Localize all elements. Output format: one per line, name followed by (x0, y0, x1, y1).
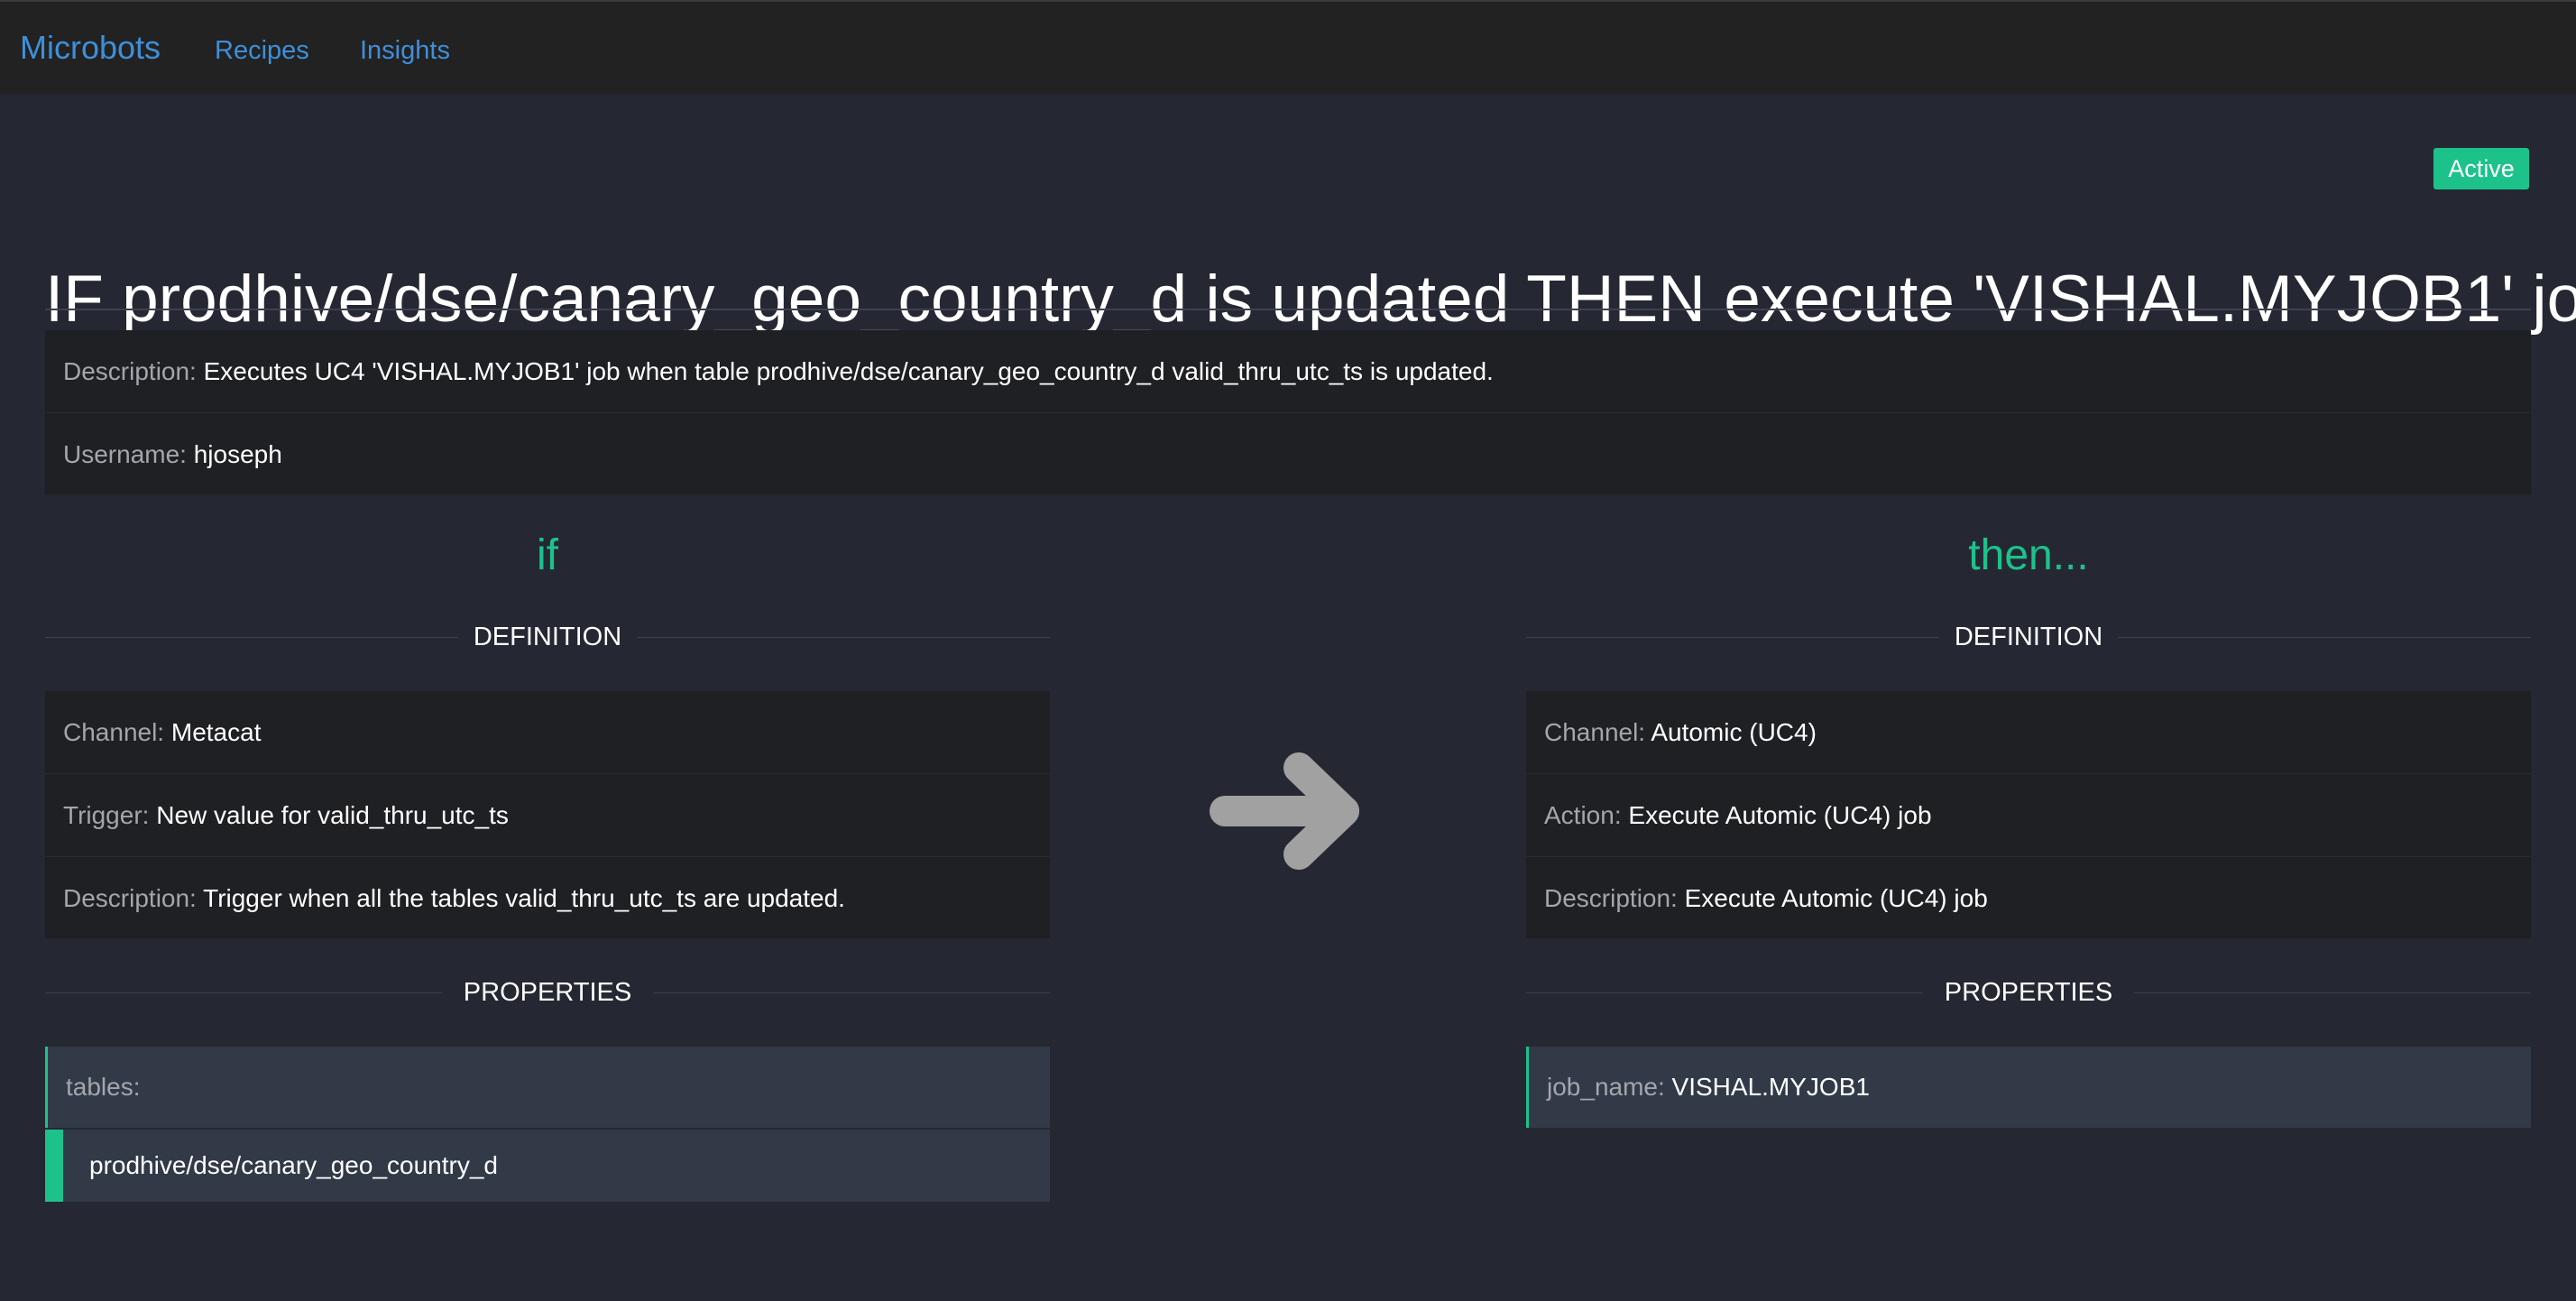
if-channel-label: Channel: (63, 718, 165, 746)
if-properties-title: PROPERTIES (463, 978, 632, 1007)
then-definition-panel: Channel: Automic (UC4) Action: Execute A… (1526, 691, 2531, 938)
if-channel-row: Channel: Metacat (45, 691, 1050, 774)
then-description-label: Description: (1544, 884, 1678, 912)
summary-username-label: Username: (63, 440, 187, 468)
then-definition-divider: DEFINITION (1526, 619, 2531, 655)
if-description-row: Description: Trigger when all the tables… (45, 856, 1050, 939)
if-property-tables-label: tables: (66, 1073, 141, 1101)
if-trigger-value: New value for valid_thru_utc_ts (156, 801, 509, 829)
if-definition-panel: Channel: Metacat Trigger: New value for … (45, 691, 1050, 938)
brand-link[interactable]: Microbots (20, 27, 161, 69)
nav-link-insights[interactable]: Insights (360, 34, 450, 67)
if-definition-title: DEFINITION (473, 623, 622, 651)
then-description-row: Description: Execute Automic (UC4) job (1526, 856, 2531, 939)
summary-panel: Description: Executes UC4 'VISHAL.MYJOB1… (45, 330, 2531, 494)
if-property-table-item: prodhive/dse/canary_geo_country_d (45, 1130, 1050, 1202)
then-property-job-name-value: VISHAL.MYJOB1 (1671, 1073, 1870, 1101)
then-action-label: Action: (1544, 801, 1622, 829)
if-trigger-label: Trigger: (63, 801, 150, 829)
summary-description-value: Executes UC4 'VISHAL.MYJOB1' job when ta… (203, 357, 1494, 385)
arrow-right-icon (1210, 752, 1359, 870)
if-property-tables: tables: (45, 1047, 1050, 1128)
then-channel-row: Channel: Automic (UC4) (1526, 691, 2531, 774)
summary-username-row: Username: hjoseph (45, 412, 2531, 495)
status-badge: Active (2433, 148, 2529, 189)
table-item-accent (45, 1130, 63, 1202)
then-action-row: Action: Execute Automic (UC4) job (1526, 773, 2531, 856)
top-navbar: Microbots Recipes Insights (0, 0, 2576, 94)
if-properties-divider: PROPERTIES (45, 974, 1050, 1010)
then-property-job-name-row: job_name: VISHAL.MYJOB1 (1529, 1047, 2531, 1128)
then-description-value: Execute Automic (UC4) job (1684, 884, 1988, 912)
summary-username-value: hjoseph (193, 440, 282, 468)
then-property-job-name-label: job_name: (1547, 1073, 1665, 1101)
then-channel-value: Automic (UC4) (1651, 718, 1817, 746)
summary-description-row: Description: Executes UC4 'VISHAL.MYJOB1… (45, 330, 2531, 413)
if-definition-divider: DEFINITION (45, 619, 1050, 655)
page-title: IF prodhive/dse/canary_geo_country_d is … (45, 262, 2576, 336)
title-divider (45, 309, 2531, 310)
nav-link-recipes[interactable]: Recipes (215, 34, 309, 67)
then-heading: then... (1968, 531, 2089, 579)
if-trigger-row: Trigger: New value for valid_thru_utc_ts (45, 773, 1050, 856)
summary-description-label: Description: (63, 357, 197, 385)
then-definition-title: DEFINITION (1954, 623, 2103, 651)
if-property-tables-row: tables: (48, 1047, 1050, 1128)
then-property-job-name: job_name: VISHAL.MYJOB1 (1526, 1047, 2531, 1128)
if-description-value: Trigger when all the tables valid_thru_u… (203, 884, 845, 912)
then-properties-title: PROPERTIES (1944, 978, 2113, 1007)
if-description-label: Description: (63, 884, 197, 912)
if-heading: if (537, 531, 558, 579)
if-channel-value: Metacat (170, 718, 262, 746)
if-property-table-value: prodhive/dse/canary_geo_country_d (89, 1151, 498, 1179)
then-properties-divider: PROPERTIES (1526, 974, 2531, 1010)
then-channel-label: Channel: (1544, 718, 1646, 746)
then-action-value: Execute Automic (UC4) job (1628, 801, 1932, 829)
